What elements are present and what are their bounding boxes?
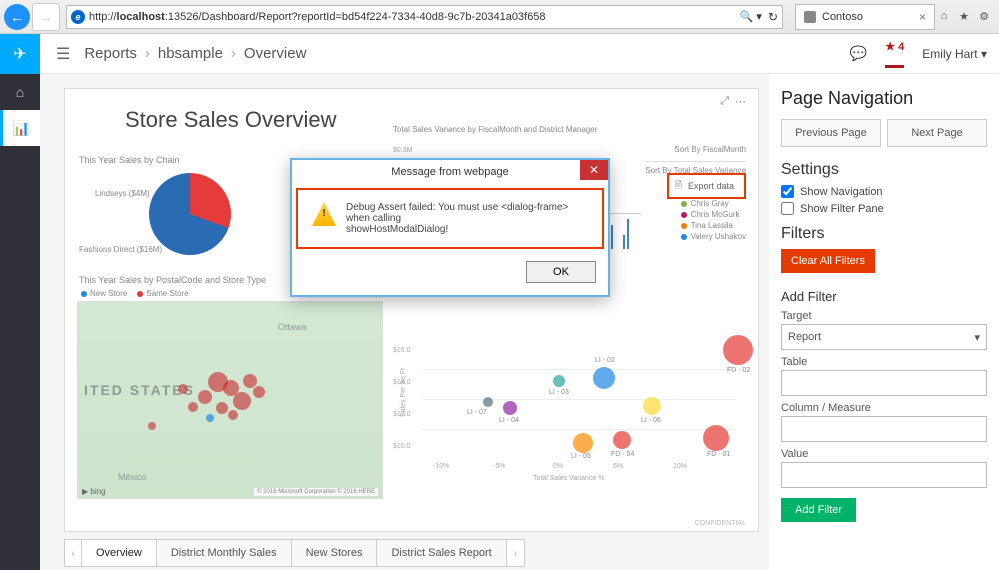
report-tabs: ‹ Overview District Monthly Sales New St…	[64, 536, 759, 570]
window-controls: ⌂ ★ ⚙	[937, 10, 995, 24]
favicon-icon	[804, 11, 816, 23]
clear-all-filters-button[interactable]: Clear All Filters	[781, 249, 875, 273]
show-filter-pane-checkbox[interactable]: Show Filter Pane	[781, 202, 987, 215]
browser-tab[interactable]: Contoso ×	[795, 4, 935, 30]
pie-chart[interactable]	[149, 173, 231, 255]
target-label: Target	[781, 310, 987, 322]
column-label: Column / Measure	[781, 402, 987, 414]
side-rail: ✈ ⌂ 📊	[0, 34, 40, 570]
tab-title: Contoso	[822, 11, 863, 23]
scatter-chart[interactable]: $16.0 $14.0 $12.0 $10.0 Sales Per Sq Ft …	[393, 339, 746, 489]
page-nav-title: Page Navigation	[781, 88, 987, 109]
pie-title: This Year Sales by Chain	[79, 155, 180, 165]
export-data-item[interactable]: 🗎 Export data	[667, 173, 746, 199]
bar-title: Total Sales Variance by FiscalMonth and …	[393, 125, 746, 134]
bing-logo: ▶ bing	[82, 487, 106, 496]
visual-actions: ⤢ ⋯	[720, 95, 746, 108]
chevron-right-icon: ›	[231, 45, 236, 62]
value-input[interactable]	[781, 462, 987, 488]
focus-icon[interactable]: ⤢	[720, 95, 729, 108]
tab-close-icon[interactable]: ×	[919, 10, 926, 24]
map-legend: New Store Same Store	[77, 287, 193, 300]
home-icon[interactable]: ⌂	[937, 10, 951, 24]
add-filter-heading: Add Filter	[781, 289, 987, 304]
message-dialog: Message from webpage ✕ Debug Assert fail…	[290, 158, 610, 297]
more-icon[interactable]: ⋯	[735, 95, 746, 108]
map-visual[interactable]: ITED STATES Ottawa México ▶ bing © 2016 …	[77, 301, 383, 499]
tools-icon[interactable]: ⚙	[977, 10, 991, 24]
pie-label-1: Lindseys ($4M)	[95, 189, 150, 198]
target-select[interactable]: Report▾	[781, 324, 987, 350]
rail-home-icon[interactable]: ⌂	[0, 74, 40, 110]
ie-icon: e	[71, 10, 85, 24]
settings-title: Settings	[781, 161, 987, 179]
dialog-ok-button[interactable]: OK	[526, 261, 596, 283]
dialog-close-button[interactable]: ✕	[580, 160, 608, 180]
back-button[interactable]: ←	[4, 4, 30, 30]
table-input[interactable]	[781, 370, 987, 396]
show-navigation-checkbox[interactable]: Show Navigation	[781, 185, 987, 198]
warning-icon	[312, 202, 336, 226]
favorites-icon[interactable]: ★	[957, 10, 971, 24]
rail-reports-icon[interactable]: 📊	[0, 110, 40, 146]
header-actions: 💬 ★ 4 Emily Hart ▾	[850, 40, 987, 68]
chat-icon[interactable]: 💬	[850, 45, 867, 62]
crumb-hbsample[interactable]: hbsample	[158, 45, 223, 62]
breadcrumb: Reports › hbsample › Overview	[84, 45, 306, 62]
crumb-overview[interactable]: Overview	[244, 45, 307, 62]
previous-page-button[interactable]: Previous Page	[781, 119, 881, 147]
tab-new-stores[interactable]: New Stores	[292, 539, 378, 567]
right-panel: Page Navigation Previous Page Next Page …	[769, 74, 999, 570]
dialog-body: Debug Assert failed: You must use <dialo…	[296, 188, 604, 249]
hamburger-icon[interactable]: ☰	[56, 44, 70, 64]
add-filter-button[interactable]: Add Filter	[781, 498, 856, 522]
table-label: Table	[781, 356, 987, 368]
pie-label-2: Fashions Direct ($16M)	[79, 245, 162, 254]
report-canvas: ⤢ ⋯ Store Sales Overview This Year Sales…	[64, 88, 759, 532]
report-title: Store Sales Overview	[125, 107, 337, 133]
tab-strip: Contoso ×	[795, 4, 935, 30]
map-title: This Year Sales by PostalCode and Store …	[79, 275, 266, 285]
value-label: Value	[781, 448, 987, 460]
app-logo-icon[interactable]: ✈	[0, 34, 40, 74]
bar-legend: Chris Gray Chris McGurk Tina Lassila Val…	[681, 199, 746, 243]
column-input[interactable]	[781, 416, 987, 442]
tab-district-sales-report[interactable]: District Sales Report	[377, 539, 506, 567]
browser-chrome: ← → e http://localhost:13526/Dashboard/R…	[0, 0, 999, 34]
main-area: ⤢ ⋯ Store Sales Overview This Year Sales…	[40, 74, 999, 570]
refresh-icon[interactable]: ↻	[768, 10, 778, 24]
url-text: http://localhost:13526/Dashboard/Report?…	[89, 11, 734, 23]
report-area: ⤢ ⋯ Store Sales Overview This Year Sales…	[40, 74, 769, 570]
crumb-reports[interactable]: Reports	[84, 45, 137, 62]
map-copyright: © 2016 Microsoft Corporation © 2016 HERE	[254, 488, 378, 496]
tab-overview[interactable]: Overview	[82, 539, 157, 567]
tab-district-monthly[interactable]: District Monthly Sales	[157, 539, 292, 567]
address-bar[interactable]: e http://localhost:13526/Dashboard/Repor…	[66, 5, 783, 29]
next-page-button[interactable]: Next Page	[887, 119, 987, 147]
chevron-right-icon: ›	[145, 45, 150, 62]
export-icon: 🗎	[675, 178, 682, 194]
dialog-title: Message from webpage ✕	[292, 160, 608, 184]
chevron-down-icon: ▾	[974, 331, 980, 344]
app-header: ☰ Reports › hbsample › Overview 💬 ★ 4 Em…	[0, 34, 999, 74]
filters-title: Filters	[781, 225, 987, 243]
tab-scroll-left[interactable]: ‹	[64, 539, 82, 567]
forward-button[interactable]: →	[32, 3, 60, 31]
tab-scroll-right[interactable]: ›	[507, 539, 525, 567]
favorites-count[interactable]: ★ 4	[885, 40, 904, 68]
user-menu[interactable]: Emily Hart ▾	[922, 47, 987, 61]
search-icon[interactable]: 🔍 ▾	[740, 10, 762, 23]
confidential-label: CONFIDENTIAL	[695, 520, 746, 527]
